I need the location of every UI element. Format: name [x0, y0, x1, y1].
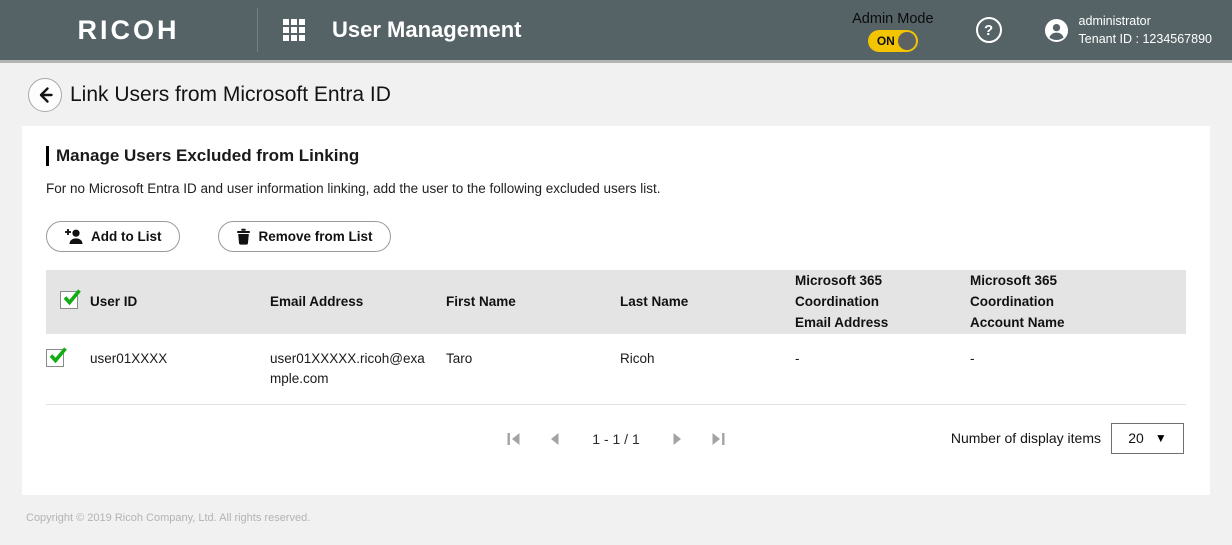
check-icon — [61, 287, 83, 309]
column-header-m365-account: Microsoft 365 Coordination Account Name — [970, 270, 1186, 334]
pager: 1 - 1 / 1 — [506, 431, 725, 447]
page-footer: Copyright © 2019 Ricoh Company, Ltd. All… — [0, 495, 1232, 526]
previous-page-icon — [548, 431, 560, 447]
pagination-row: 1 - 1 / 1 Number of display items 20 ▼ — [46, 423, 1186, 455]
cell-user-id: user01XXXX — [90, 334, 270, 404]
back-arrow-icon — [35, 85, 55, 105]
first-page-icon — [506, 431, 522, 447]
column-header-email: Email Address — [270, 270, 446, 334]
display-items-control: Number of display items 20 ▼ — [951, 423, 1184, 454]
toggle-knob — [898, 32, 916, 50]
table-row: user01XXXX user01XXXXX.ricoh@example.com… — [46, 334, 1186, 404]
column-header-first-name: First Name — [446, 270, 620, 334]
content-card: Manage Users Excluded from Linking For n… — [22, 126, 1210, 495]
column-header-user-id: User ID — [90, 270, 270, 334]
table-header-row: User ID Email Address First Name Last Na… — [46, 270, 1186, 334]
tenant-id: Tenant ID : 1234567890 — [1079, 30, 1212, 48]
copyright-text: Copyright © 2019 Ricoh Company, Ltd. All… — [26, 512, 310, 524]
display-items-label: Number of display items — [951, 430, 1101, 446]
ricoh-logo: RICOH — [78, 15, 180, 46]
select-all-checkbox[interactable] — [60, 291, 78, 309]
cell-last-name: Ricoh — [620, 334, 795, 404]
display-items-value: 20 — [1128, 430, 1144, 446]
column-header-last-name: Last Name — [620, 270, 795, 334]
next-page-button[interactable] — [672, 431, 684, 447]
back-button[interactable] — [28, 78, 62, 112]
remove-from-list-label: Remove from List — [259, 229, 373, 244]
help-icon[interactable]: ? — [976, 17, 1002, 43]
section-description: For no Microsoft Entra ID and user infor… — [46, 181, 1186, 196]
cell-m365-email: - — [795, 334, 970, 404]
last-page-button[interactable] — [710, 431, 726, 447]
page-range: 1 - 1 / 1 — [592, 431, 639, 447]
toggle-on-label: ON — [877, 34, 895, 48]
add-to-list-label: Add to List — [91, 229, 162, 244]
admin-mode-toggle[interactable]: ON — [868, 30, 918, 52]
user-account-menu[interactable]: administrator Tenant ID : 1234567890 — [1044, 12, 1212, 48]
brand-box: RICOH — [0, 8, 258, 52]
cell-first-name: Taro — [446, 334, 620, 404]
chevron-down-icon: ▼ — [1155, 431, 1167, 445]
page-title-row: Link Users from Microsoft Entra ID — [0, 63, 1232, 126]
user-texts: administrator Tenant ID : 1234567890 — [1079, 12, 1212, 48]
trash-icon — [236, 228, 251, 245]
cell-m365-account: - — [970, 334, 1186, 404]
add-user-icon — [64, 228, 83, 245]
add-to-list-button[interactable]: Add to List — [46, 221, 180, 252]
column-header-m365-email: Microsoft 365 Coordination Email Address — [795, 270, 970, 334]
admin-mode-block: Admin Mode ON — [852, 11, 933, 52]
next-page-icon — [672, 431, 684, 447]
remove-from-list-button[interactable]: Remove from List — [218, 221, 391, 252]
row-checkbox[interactable] — [46, 349, 64, 367]
cell-email: user01XXXXX.ricoh@example.com — [270, 334, 446, 404]
toolbar: Add to List Remove from List — [46, 221, 1186, 252]
display-items-select[interactable]: 20 ▼ — [1111, 423, 1184, 454]
user-name: administrator — [1079, 12, 1212, 30]
last-page-icon — [710, 431, 726, 447]
first-page-button[interactable] — [506, 431, 522, 447]
page-title: Link Users from Microsoft Entra ID — [70, 83, 391, 107]
header-right: Admin Mode ON ? administrator Tenant ID … — [852, 9, 1212, 52]
section-heading: Manage Users Excluded from Linking — [46, 146, 1186, 166]
previous-page-button[interactable] — [548, 431, 560, 447]
check-icon — [47, 345, 69, 367]
user-avatar-icon — [1044, 18, 1069, 43]
app-launcher-icon[interactable] — [283, 19, 305, 41]
app-header: RICOH User Management Admin Mode ON ? ad… — [0, 0, 1232, 60]
admin-mode-label: Admin Mode — [852, 11, 933, 27]
app-title: User Management — [332, 17, 522, 43]
excluded-users-table: User ID Email Address First Name Last Na… — [46, 270, 1186, 404]
